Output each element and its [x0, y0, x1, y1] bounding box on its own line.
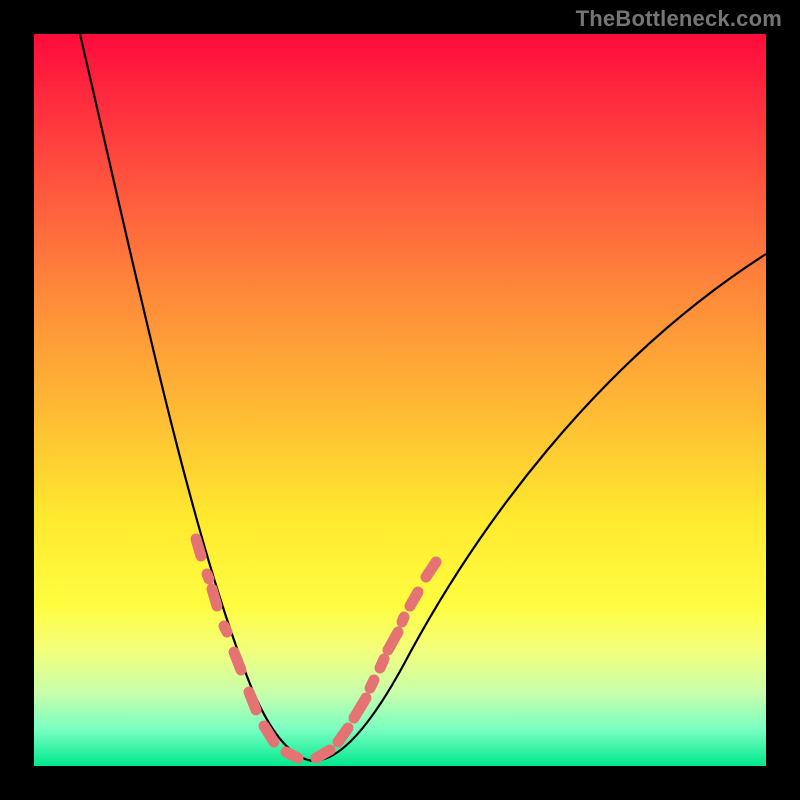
marker-cluster-right	[316, 562, 436, 758]
bottleneck-curve	[80, 34, 766, 761]
plot-area	[34, 34, 766, 766]
bottleneck-curve-layer	[34, 34, 766, 766]
chart-container: TheBottleneck.com	[0, 0, 800, 800]
marker-cluster-left	[196, 539, 298, 758]
watermark-text: TheBottleneck.com	[576, 6, 782, 32]
